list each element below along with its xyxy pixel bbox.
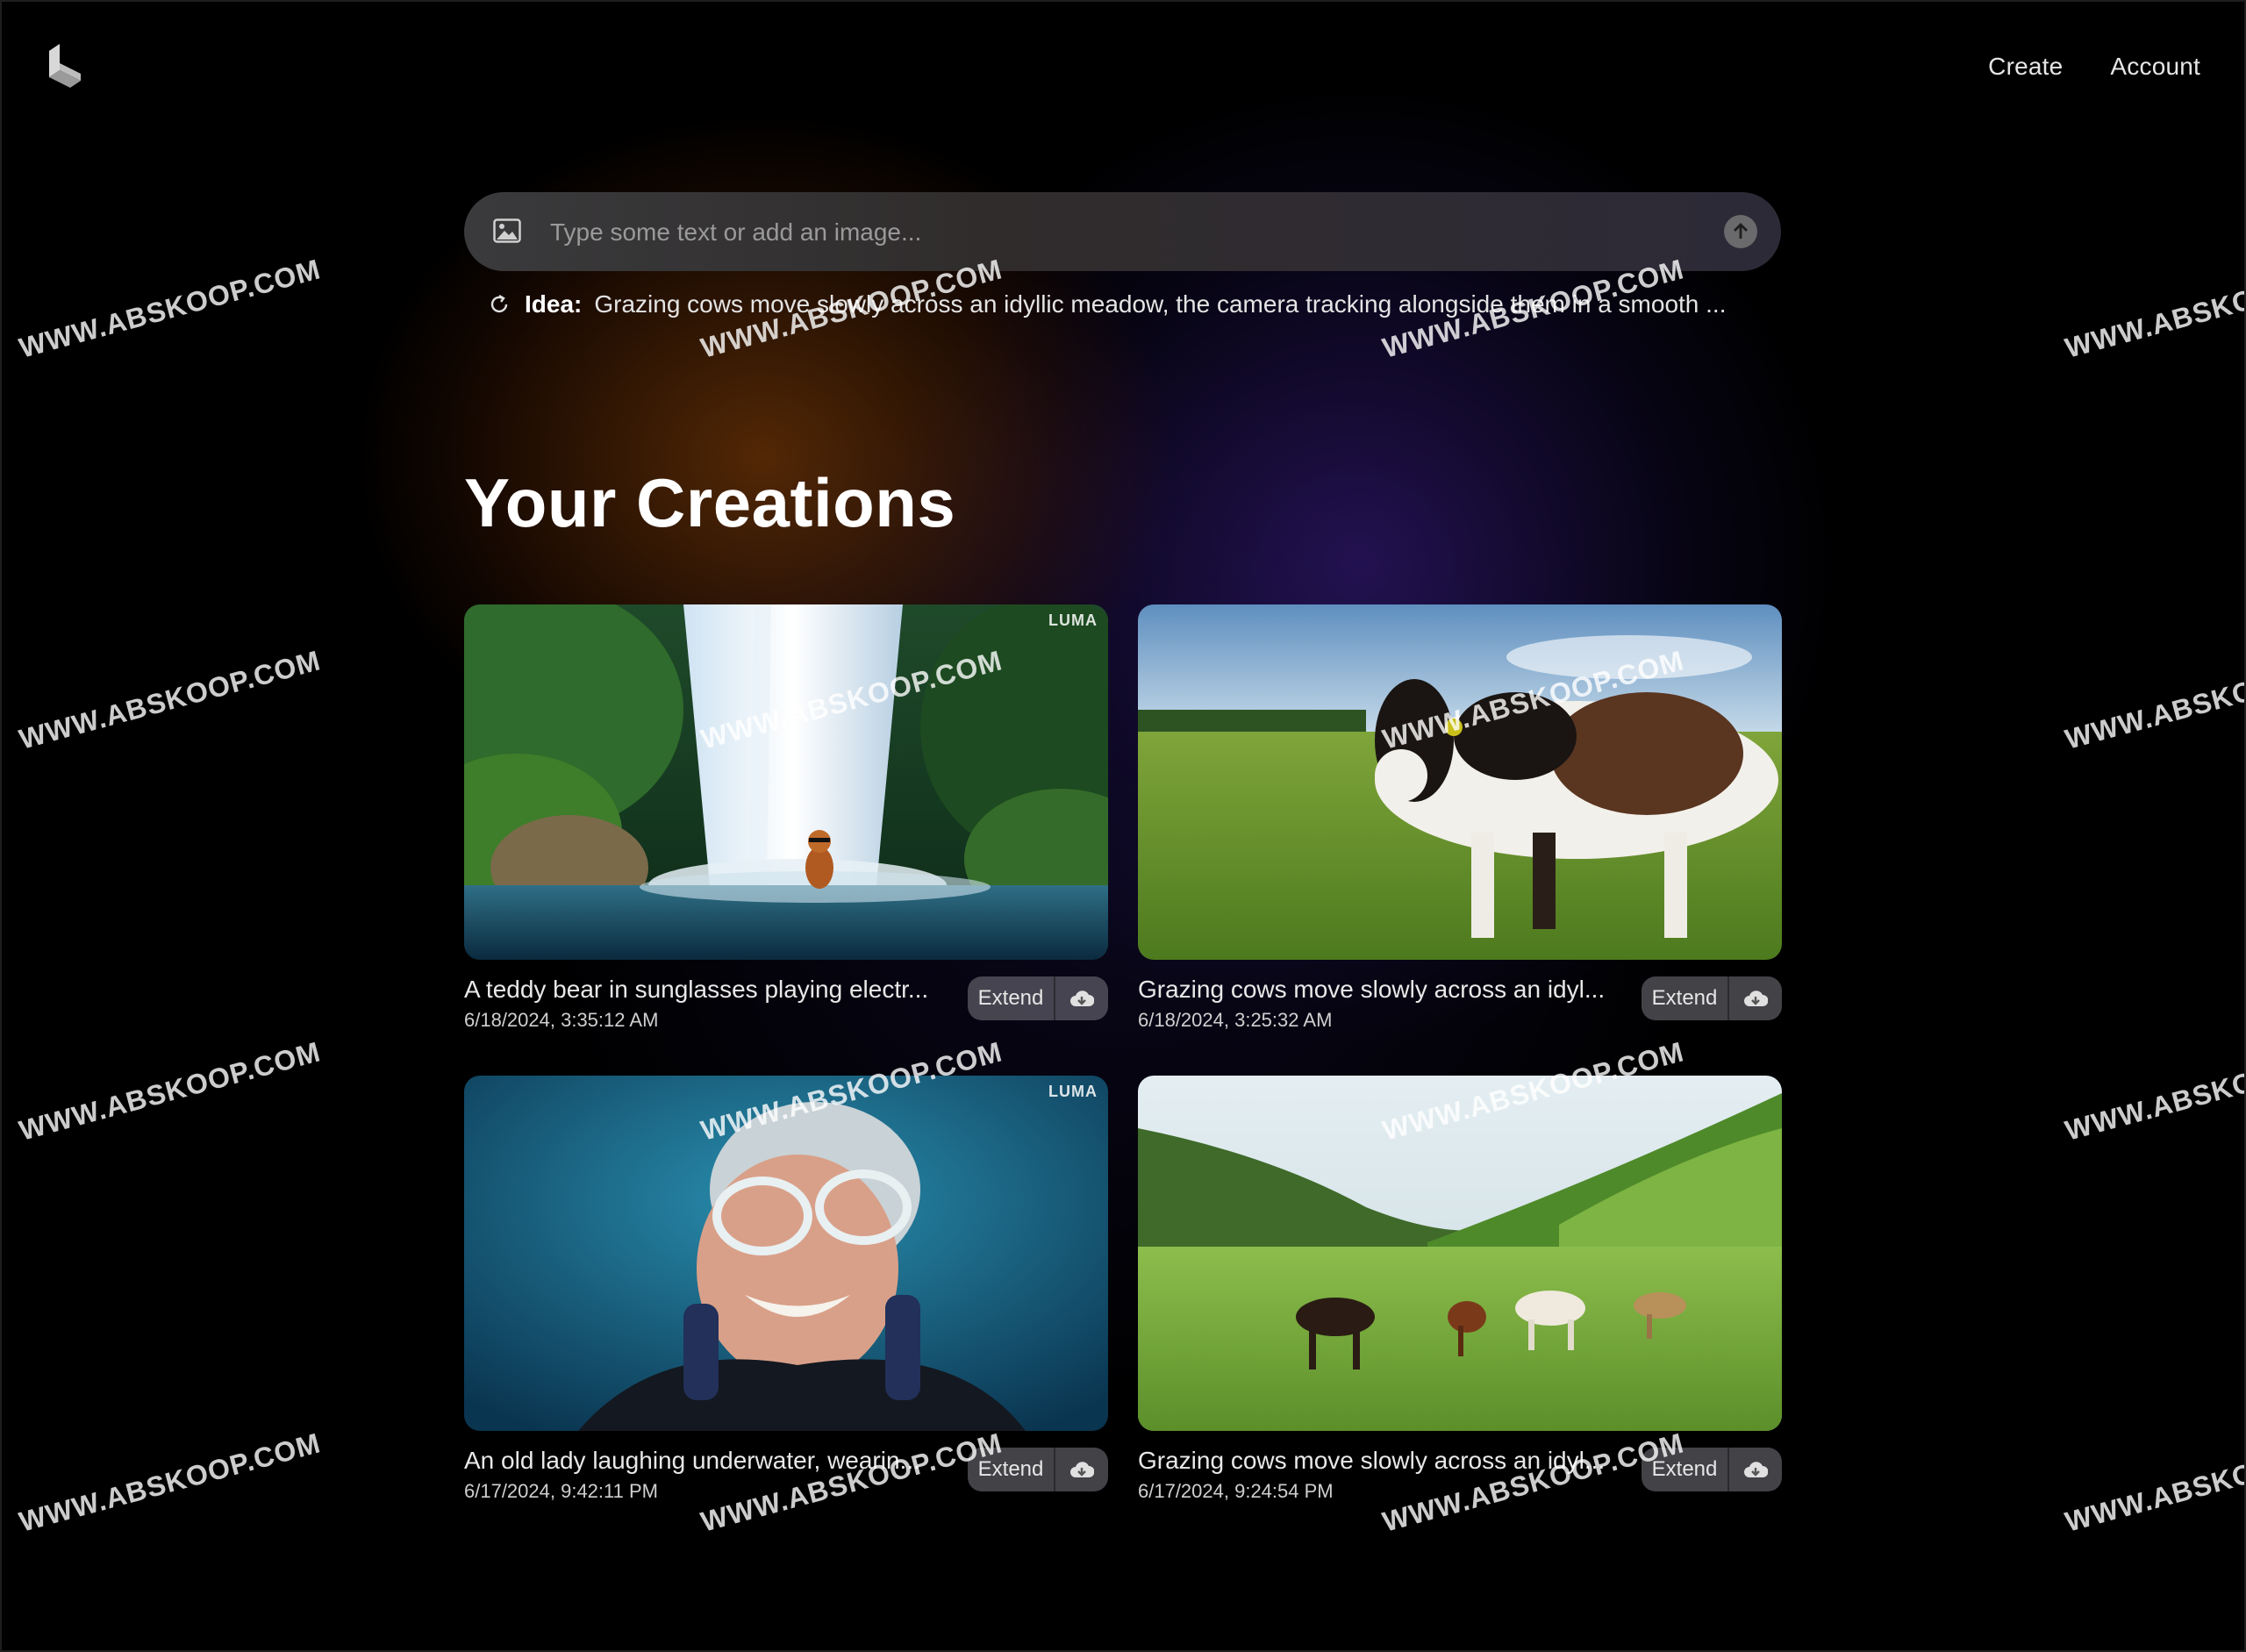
prompt-input[interactable]: [548, 211, 1657, 254]
creation-title: A teddy bear in sunglasses playing elect…: [464, 976, 929, 1003]
page-title: Your Creations: [464, 464, 956, 541]
video-thumbnail[interactable]: [1138, 1076, 1782, 1431]
top-nav: Create Account: [1988, 53, 2200, 81]
creation-title: An old lady laughing underwater, wearin.…: [464, 1447, 920, 1474]
download-button[interactable]: [1729, 976, 1782, 1020]
extend-button[interactable]: Extend: [1642, 976, 1729, 1020]
card-actions: Extend: [968, 1448, 1108, 1491]
video-thumbnail[interactable]: LUMA: [464, 604, 1108, 960]
extend-button[interactable]: Extend: [968, 976, 1055, 1020]
download-button[interactable]: [1729, 1448, 1782, 1491]
cloud-download-icon: [1070, 990, 1094, 1006]
creation-card: Grazing cows move slowly across an idyl.…: [1138, 604, 1782, 1031]
video-thumbnail[interactable]: LUMA: [464, 1076, 1108, 1431]
arrow-up-icon: [1734, 223, 1748, 239]
luma-badge: LUMA: [1048, 611, 1098, 629]
creation-card: Grazing cows move slowly across an idyl.…: [1138, 1076, 1782, 1502]
luma-badge: LUMA: [1048, 1083, 1098, 1100]
nav-account-link[interactable]: Account: [2110, 53, 2200, 81]
card-actions: Extend: [1642, 976, 1782, 1020]
download-button[interactable]: [1055, 1448, 1108, 1491]
creation-date: 6/17/2024, 9:24:54 PM: [1138, 1480, 1334, 1502]
cloud-download-icon: [1744, 990, 1768, 1006]
send-button[interactable]: [1724, 215, 1757, 248]
cloud-download-icon: [1070, 1462, 1094, 1477]
idea-text: Grazing cows move slowly across an idyll…: [594, 290, 1727, 318]
cloud-download-icon: [1744, 1462, 1768, 1477]
creation-date: 6/18/2024, 3:35:12 AM: [464, 1009, 659, 1031]
refresh-icon[interactable]: [488, 293, 511, 316]
card-actions: Extend: [1642, 1448, 1782, 1491]
luma-logo-icon[interactable]: [44, 44, 86, 91]
creation-title: Grazing cows move slowly across an idyl.…: [1138, 1447, 1606, 1474]
prompt-bar: [464, 192, 1781, 271]
idea-suggestion[interactable]: Idea: Grazing cows move slowly across an…: [488, 287, 1786, 322]
creation-date: 6/17/2024, 9:42:11 PM: [464, 1480, 658, 1502]
card-actions: Extend: [968, 976, 1108, 1020]
video-thumbnail[interactable]: [1138, 604, 1782, 960]
creation-card: LUMA A teddy bear in sunglasses playing …: [464, 604, 1108, 1031]
creation-date: 6/18/2024, 3:25:32 AM: [1138, 1009, 1333, 1031]
nav-create-link[interactable]: Create: [1988, 53, 2063, 81]
add-image-icon[interactable]: [493, 218, 521, 243]
download-button[interactable]: [1055, 976, 1108, 1020]
creation-card: LUMA An old lady laughing underwater, we…: [464, 1076, 1108, 1502]
extend-button[interactable]: Extend: [1642, 1448, 1729, 1491]
idea-label: Idea:: [525, 290, 583, 318]
creation-title: Grazing cows move slowly across an idyl.…: [1138, 976, 1606, 1003]
extend-button[interactable]: Extend: [968, 1448, 1055, 1491]
